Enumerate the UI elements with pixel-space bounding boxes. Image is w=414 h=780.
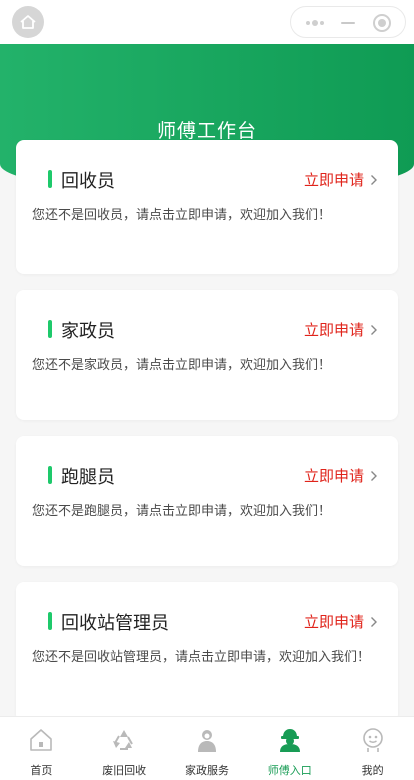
card-title: 家政员 [61,321,115,342]
role-card-errand: 跑腿员 立即申请 您还不是跑腿员，请点击立即申请，欢迎加入我们！ [16,436,398,566]
apply-label: 立即申请 [303,467,364,485]
bottom-tab-bar: 首页 废旧回收 家政服务 师傅入口 我的 [0,716,414,780]
worker-icon [279,729,300,752]
card-title: 回收员 [61,171,115,192]
home-icon [30,729,53,751]
role-card-station-manager: 回收站管理员 立即申请 您还不是回收站管理员，请点击立即申请，欢迎加入我们！ [16,582,398,722]
apply-label: 立即申请 [303,321,364,339]
page-title: 师傅工作台 [156,120,257,142]
housekeeper-icon [197,730,216,752]
page: 师傅工作台 回收员 立即申请 您还不是回收员，请点击立即申请，欢迎加入我们！ 家… [0,0,414,780]
apply-button[interactable]: 立即申请 [304,169,378,190]
profile-icon [362,728,383,752]
tab-home[interactable]: 首页 [0,717,83,780]
more-icon[interactable] [305,16,325,30]
chevron-right-icon [371,174,377,185]
tab-recycling[interactable]: 废旧回收 [83,717,166,780]
apply-button[interactable]: 立即申请 [304,465,378,486]
tab-label: 首页 [30,764,53,777]
tab-housekeeping[interactable]: 家政服务 [166,717,249,780]
chevron-right-icon [371,324,377,335]
system-top-bar [0,0,414,44]
tab-label: 家政服务 [184,764,229,777]
role-card-list: 回收员 立即申请 您还不是回收员，请点击立即申请，欢迎加入我们！ 家政员 立即申… [16,140,398,738]
home-button[interactable] [12,6,44,38]
tab-worker-entry[interactable]: 师傅入口 [248,717,331,780]
accent-bar [48,320,52,338]
minimize-icon[interactable] [341,22,355,24]
close-capsule-icon[interactable] [373,14,391,32]
accent-bar [48,170,52,188]
chevron-right-icon [371,616,377,627]
apply-label: 立即申请 [303,613,364,631]
apply-button[interactable]: 立即申请 [304,611,378,632]
tab-label: 师傅入口 [267,764,312,777]
accent-bar [48,466,52,484]
role-card-housekeeper: 家政员 立即申请 您还不是家政员，请点击立即申请，欢迎加入我们！ [16,290,398,420]
chevron-right-icon [371,470,377,481]
home-icon [20,15,36,29]
tab-profile[interactable]: 我的 [331,717,414,780]
mini-program-capsule [290,6,406,38]
apply-label: 立即申请 [303,171,364,189]
role-card-recycler: 回收员 立即申请 您还不是回收员，请点击立即申请，欢迎加入我们！ [16,140,398,274]
card-title: 跑腿员 [61,467,115,488]
accent-bar [48,612,52,630]
recycle-icon [113,730,134,750]
tab-label: 我的 [361,764,384,777]
apply-button[interactable]: 立即申请 [304,319,378,340]
card-title: 回收站管理员 [61,613,169,634]
tab-label: 废旧回收 [102,764,147,777]
